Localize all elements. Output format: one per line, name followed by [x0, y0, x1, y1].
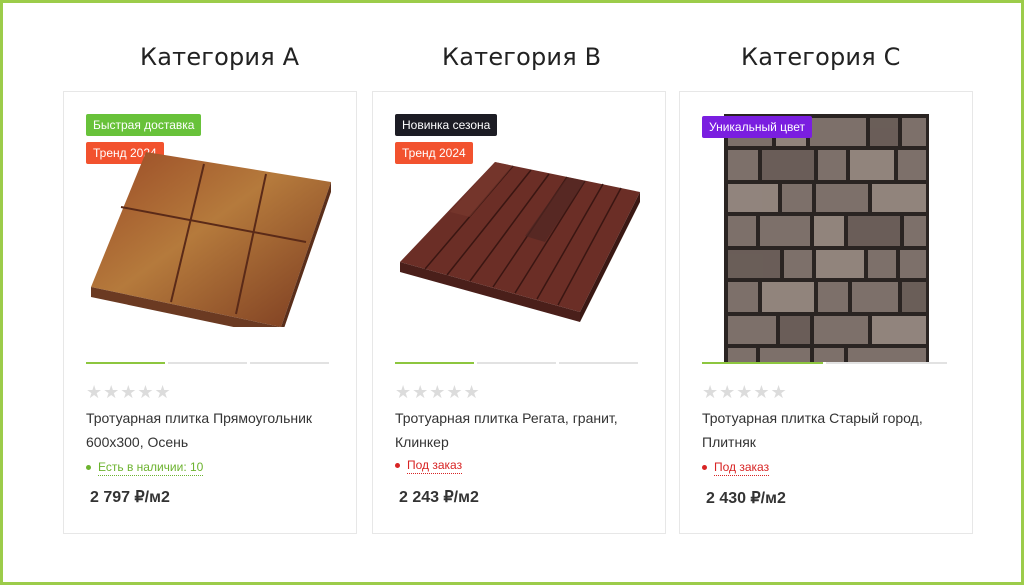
rating-stars[interactable]: ★★★★★ [86, 382, 172, 403]
category-title-b: Категория B [442, 43, 602, 71]
product-card[interactable]: Новинка сезона Тренд 2024 ★★★★★ Тротуарн… [372, 91, 666, 534]
slide-indicator[interactable] [826, 362, 947, 364]
stock-dot-icon [395, 463, 400, 469]
product-price: 2 243 ₽/м2 [399, 489, 479, 506]
image-slider-progress[interactable] [86, 362, 329, 364]
product-card[interactable]: Уникальный цвет ★★★★★ Тротуарная плитка … [679, 91, 973, 534]
stock-text: Под заказ [407, 458, 463, 474]
product-image[interactable] [395, 152, 645, 332]
product-image[interactable] [724, 114, 929, 362]
slide-indicator[interactable] [559, 362, 638, 364]
page-frame: Категория А Категория B Категория C Быст… [0, 0, 1024, 585]
product-price: 2 430 ₽/м2 [706, 490, 786, 507]
rating-stars[interactable]: ★★★★★ [702, 382, 788, 403]
image-slider-progress[interactable] [395, 362, 638, 364]
stock-status: Есть в наличии: 10 [86, 460, 204, 476]
slide-indicator[interactable] [86, 362, 165, 364]
rating-stars[interactable]: ★★★★★ [395, 382, 481, 403]
category-title-a: Категория А [140, 43, 300, 71]
stock-text: Под заказ [714, 460, 770, 476]
product-name[interactable]: Тротуарная плитка Прямоугольник 600х300,… [86, 406, 351, 454]
slide-indicator[interactable] [477, 362, 556, 364]
stock-status: Под заказ [702, 460, 770, 476]
slide-indicator[interactable] [168, 362, 247, 364]
badge-unique-color: Уникальный цвет [702, 116, 813, 138]
stock-dot-icon [86, 465, 91, 471]
product-name[interactable]: Тротуарная плитка Старый город, Плитняк [702, 406, 967, 454]
category-title-c: Категория C [741, 43, 901, 71]
badge-new-season: Новинка сезона [395, 114, 498, 136]
stock-text: Есть в наличии: 10 [98, 460, 204, 476]
badge-fast-delivery: Быстрая доставка [86, 114, 202, 136]
stock-dot-icon [702, 465, 707, 471]
product-image[interactable] [86, 142, 346, 327]
slide-indicator[interactable] [250, 362, 329, 364]
product-card[interactable]: Быстрая доставка Тренд 2024 ★★★★★ Тротуа [63, 91, 357, 534]
product-name[interactable]: Тротуарная плитка Регата, гранит, Клинке… [395, 406, 660, 454]
slide-indicator[interactable] [395, 362, 474, 364]
stock-status: Под заказ [395, 458, 463, 474]
image-slider-progress[interactable] [702, 362, 947, 364]
product-price: 2 797 ₽/м2 [90, 489, 170, 506]
slide-indicator[interactable] [702, 362, 823, 364]
